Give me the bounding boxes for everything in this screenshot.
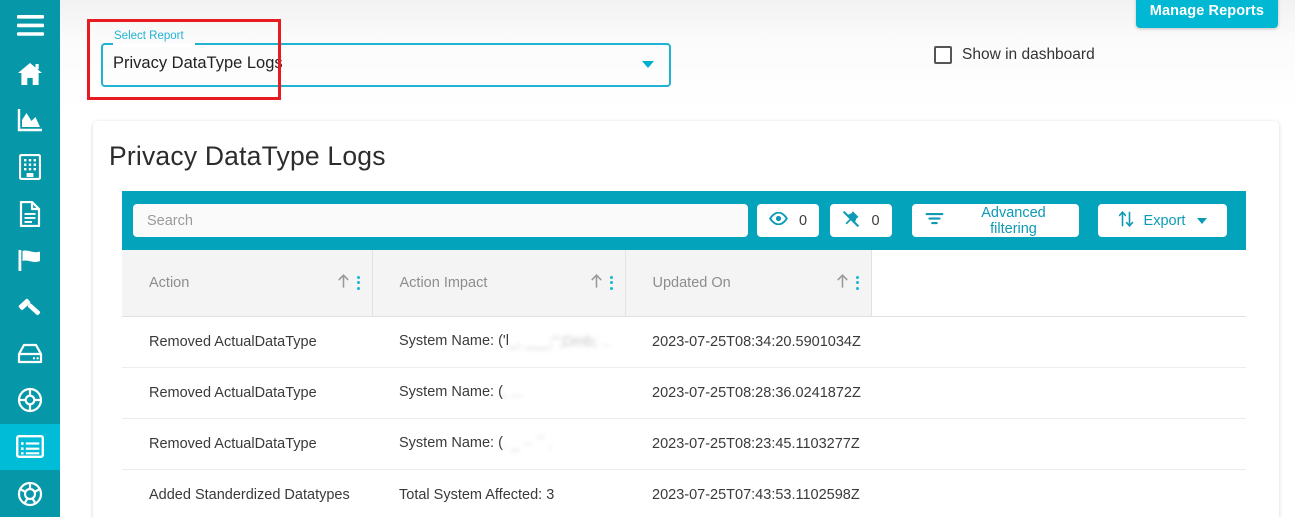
table-head: Action Action Impact Updated On	[122, 250, 1246, 317]
kebab-menu-icon[interactable]	[356, 275, 360, 290]
redacted-text: . _ ·· ¯ .	[502, 435, 553, 452]
list-report-icon	[16, 435, 44, 459]
report-card: Privacy DataType Logs 0	[93, 121, 1279, 517]
hamburger-icon	[16, 14, 44, 36]
table-body: Removed ActualDataType System Name: ('l_…	[122, 316, 1246, 517]
kebab-menu-icon[interactable]	[855, 275, 859, 290]
lifebuoy-icon	[17, 387, 43, 413]
cell-action: Removed ActualDataType	[122, 316, 372, 368]
sidebar-item-legal[interactable]	[0, 284, 60, 331]
cell-filler	[871, 469, 1246, 517]
sidebar-item-home[interactable]	[0, 51, 60, 98]
menu-toggle[interactable]	[0, 0, 60, 51]
sidebar-item-reports[interactable]	[0, 423, 60, 471]
flag-icon	[17, 248, 43, 272]
table-header-row: Action Action Impact Updated On	[122, 250, 1246, 317]
cell-action-impact: System Name: (. _ ·· ¯ .	[372, 418, 625, 470]
sidebar-item-documents[interactable]	[0, 190, 60, 237]
table-row[interactable]: Added Standerdized Datatypes Total Syste…	[122, 469, 1246, 517]
sidebar-item-storage[interactable]	[0, 330, 60, 377]
show-in-dashboard-label: Show in dashboard	[962, 46, 1095, 63]
advanced-filtering-button[interactable]: Advanced filtering	[912, 204, 1079, 237]
filter-icon	[925, 212, 944, 229]
kebab-menu-icon[interactable]	[609, 275, 613, 290]
compass-icon	[17, 481, 43, 507]
cell-action-impact: System Name: ( , ...	[372, 367, 625, 419]
sort-updown-icon	[1118, 210, 1134, 232]
table-row[interactable]: Removed ActualDataType System Name: ( , …	[122, 367, 1246, 419]
sidebar-item-flags[interactable]	[0, 237, 60, 284]
sidebar-item-settings[interactable]	[0, 470, 60, 517]
cell-action: Removed ActualDataType	[122, 367, 372, 419]
chevron-down-icon[interactable]	[1197, 217, 1208, 224]
cell-filler	[871, 418, 1246, 470]
home-icon	[17, 62, 43, 86]
visible-columns-count: 0	[798, 212, 808, 229]
cell-action: Removed ActualDataType	[122, 418, 372, 470]
sidebar-item-support[interactable]	[0, 377, 60, 424]
cell-action: Added Standerdized Datatypes	[122, 469, 372, 517]
chevron-down-icon[interactable]	[642, 61, 654, 68]
cell-filler	[871, 367, 1246, 419]
select-report-value: Privacy DataType Logs	[113, 54, 283, 72]
sidebar-item-organization[interactable]	[0, 144, 60, 191]
redacted-text: , ...	[502, 384, 524, 401]
pin-off-icon	[842, 210, 860, 232]
select-report-notch	[113, 43, 195, 47]
table-row[interactable]: Removed ActualDataType System Name: ('l_…	[122, 316, 1246, 368]
grid-toolbar: 0 0	[122, 191, 1246, 250]
table-row[interactable]: Removed ActualDataType System Name: (. _…	[122, 418, 1246, 470]
cell-updated-on: 2023-07-25T08:34:20.5901034Z	[625, 316, 871, 368]
impact-prefix: System Name: ('l	[399, 333, 509, 350]
sort-asc-icon[interactable]	[590, 273, 603, 293]
impact-prefix: System Name: (	[399, 435, 503, 452]
pinned-columns-count: 0	[871, 212, 880, 229]
document-icon	[19, 200, 41, 227]
manage-reports-button[interactable]: Manage Reports	[1135, 0, 1278, 28]
show-in-dashboard-checkbox[interactable]: Show in dashboard	[934, 46, 1095, 64]
cell-filler	[871, 316, 1246, 368]
sidebar	[0, 0, 60, 517]
advanced-filtering-label: Advanced filtering	[981, 204, 1046, 237]
search-input[interactable]	[133, 204, 748, 237]
data-grid: 0 0	[122, 191, 1246, 517]
cell-action-impact: Total System Affected: 3	[372, 469, 625, 517]
eye-icon	[769, 211, 788, 229]
column-header-filler	[871, 250, 1246, 317]
export-button[interactable]: Export	[1098, 204, 1227, 237]
app-root: Manage Reports Select Report Privacy Dat…	[0, 0, 1295, 517]
sort-asc-icon[interactable]	[836, 273, 849, 293]
column-header-action[interactable]: Action	[122, 250, 373, 317]
chart-area-icon	[17, 108, 43, 132]
sidebar-item-analytics[interactable]	[0, 97, 60, 144]
cell-updated-on: 2023-07-25T08:28:36.0241872Z	[625, 367, 871, 419]
column-header-action-impact[interactable]: Action Impact	[372, 250, 626, 317]
select-report-field[interactable]: Select Report Privacy DataType Logs	[101, 30, 671, 87]
checkbox-box[interactable]	[934, 46, 952, 64]
page-title: Privacy DataType Logs	[109, 141, 386, 171]
cell-action-impact: System Name: ('l_, ___;'';Dmb; ..	[372, 316, 625, 368]
cell-updated-on: 2023-07-25T07:43:53.1102598Z	[625, 469, 871, 517]
visible-columns-button[interactable]: 0	[757, 204, 819, 237]
column-label: Action	[149, 274, 190, 291]
select-report-label: Select Report	[114, 30, 184, 42]
impact-prefix: Total System Affected: 3	[399, 486, 555, 503]
logs-table: Action Action Impact Updated On Removed …	[122, 250, 1246, 517]
column-label: Action Impact	[399, 274, 488, 291]
redacted-text: _, ___;'';Dmb; ..	[508, 333, 610, 350]
impact-prefix: System Name: (	[399, 384, 503, 401]
export-label: Export	[1143, 212, 1186, 229]
sort-asc-icon[interactable]	[337, 273, 350, 293]
database-icon	[16, 343, 44, 365]
building-icon	[19, 154, 41, 181]
gavel-icon	[17, 295, 43, 320]
cell-updated-on: 2023-07-25T08:23:45.1103277Z	[625, 418, 871, 470]
column-label: Updated On	[652, 274, 731, 291]
pinned-columns-button[interactable]: 0	[830, 204, 892, 237]
column-header-updated-on[interactable]: Updated On	[625, 250, 872, 317]
